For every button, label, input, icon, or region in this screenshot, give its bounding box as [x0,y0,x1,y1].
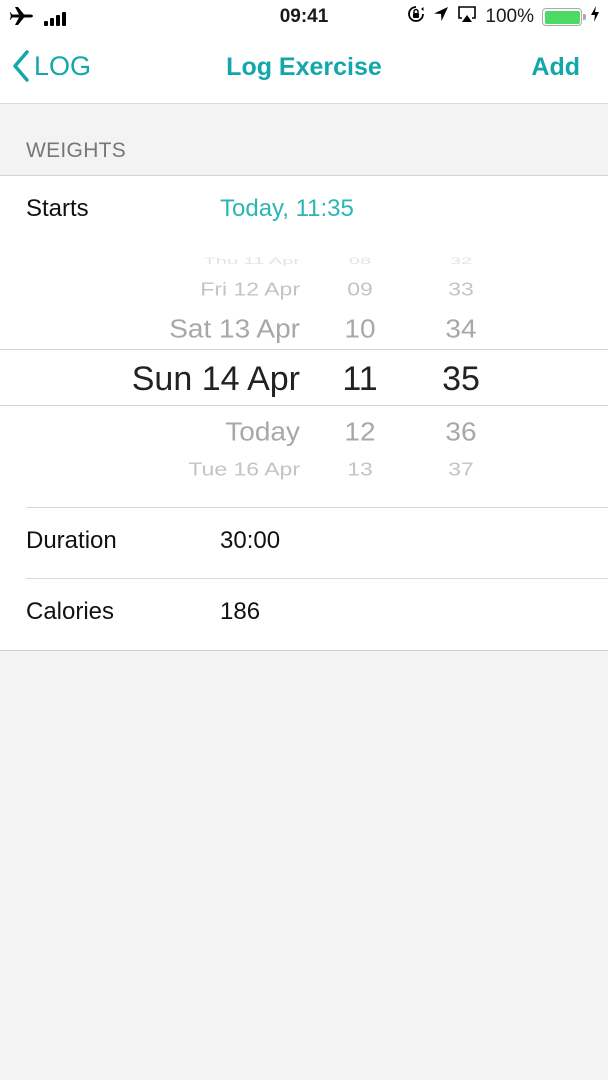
calories-label: Calories [26,598,115,625]
navigation-bar: LOG Log Exercise Add [0,34,608,104]
picker-date-selected[interactable]: Sun 14 Apr [132,360,300,399]
location-icon [433,6,449,28]
picker-minute-item[interactable]: 37 [420,459,502,481]
picker-hour-item[interactable]: 13 [322,459,398,481]
picker-minute-item[interactable]: 32 [420,256,502,266]
picker-hour-item[interactable]: 10 [322,314,398,344]
duration-label: Duration [26,527,117,554]
picker-date-column[interactable]: Thu 11 Apr Fri 12 Apr Sat 13 Apr Sun 14 … [60,256,300,482]
picker-hour-column[interactable]: 08 09 10 11 12 13 [322,256,398,482]
picker-minute-item[interactable]: 34 [420,314,502,344]
calories-value[interactable]: 186 [220,598,260,626]
picker-date-item[interactable]: Tue 16 Apr [188,459,300,481]
calories-row[interactable]: Calories 186 [26,578,608,648]
picker-minute-selected[interactable]: 35 [420,360,502,399]
battery-percent: 100% [485,6,534,27]
section-title: WEIGHTS [26,139,127,162]
exercise-form: Starts Today, 11:35 Thu 11 Apr Fri 12 Ap… [0,176,608,651]
picker-hour-item[interactable]: 08 [322,256,398,266]
date-time-picker[interactable]: Thu 11 Apr Fri 12 Apr Sat 13 Apr Sun 14 … [0,256,608,482]
starts-value[interactable]: Today, 11:35 [220,195,354,223]
duration-value[interactable]: 30:00 [220,527,280,555]
charging-icon [590,6,600,28]
airplay-icon [457,5,477,29]
battery-icon [542,8,586,26]
section-header: WEIGHTS [0,104,608,176]
picker-minute-column[interactable]: 32 33 34 35 36 37 [420,256,502,482]
picker-hour-item[interactable]: 12 [322,417,398,447]
picker-minute-item[interactable]: 33 [420,279,502,301]
add-button[interactable]: Add [531,53,580,82]
status-bar: 09:41 100% [0,0,608,34]
orientation-lock-icon [407,5,425,29]
picker-hour-item[interactable]: 09 [322,279,398,301]
picker-date-item[interactable]: Today [225,417,300,447]
starts-label: Starts [26,195,89,222]
picker-date-item[interactable]: Sat 13 Apr [169,314,300,344]
duration-row[interactable]: Duration 30:00 [26,507,608,577]
picker-date-item[interactable]: Thu 11 Apr [204,256,300,266]
picker-date-item[interactable]: Fri 12 Apr [200,279,300,301]
starts-row[interactable]: Starts Today, 11:35 [0,176,608,246]
picker-hour-selected[interactable]: 11 [322,360,398,399]
page-title: Log Exercise [226,53,382,81]
picker-minute-item[interactable]: 36 [420,417,502,447]
